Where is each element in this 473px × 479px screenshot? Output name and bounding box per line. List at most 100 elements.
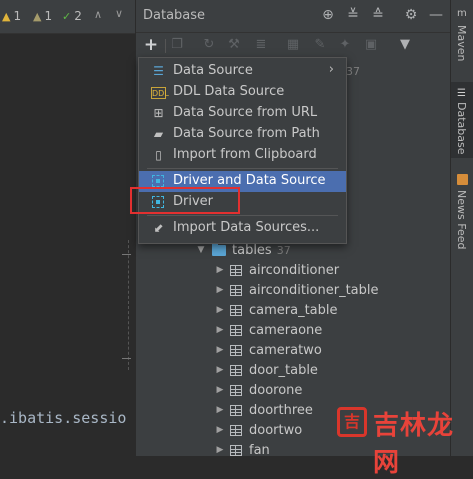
properties-icon[interactable]: ⚒ [225,36,243,54]
expand-all-icon[interactable]: ≚ [344,6,362,24]
schema-icon[interactable]: ≣ [252,36,270,54]
tree-row[interactable]: ▶ cameratwo [136,340,450,360]
clipboard-icon: ▯ [155,148,162,162]
settings-icon[interactable]: ⚙ [402,6,420,24]
menu-item-label: Data Source from Path [173,126,320,141]
tab-label: Database [455,102,468,155]
table-name: camera_table [249,302,338,318]
check-icon: ✓ [62,9,72,23]
collapsed-arrow-icon[interactable]: ▶ [213,285,227,295]
panel-title: Database [143,8,206,23]
menu-item-label: Driver and Data Source [173,173,326,188]
fold-marker [122,358,131,359]
schema-count: 37 [346,65,360,78]
jump-icon[interactable]: ✦ [336,36,354,54]
submenu-arrow-icon: › [328,62,334,77]
add-icon[interactable]: + [142,36,160,54]
collapse-all-icon[interactable]: ≙ [369,6,387,24]
indent-guide [128,240,131,370]
collapsed-arrow-icon[interactable]: ▶ [213,385,227,395]
folder-icon [212,242,226,256]
menu-item-data-source-url[interactable]: ⊞ Data Source from URL [139,103,346,124]
toolbar-separator [165,39,166,53]
add-popup-menu: ☰ Data Source › DDL DDL Data Source ⊞ Da… [138,57,347,244]
expand-arrow-icon[interactable]: ▼ [194,245,208,255]
folder-label: tables [232,242,272,258]
tree-row[interactable]: ▶ cameraone [136,320,450,340]
tree-row[interactable]: ▶ airconditioner_table [136,280,450,300]
next-highlight-icon[interactable]: ∨ [115,7,123,20]
refresh-icon[interactable]: ↻ [200,36,218,54]
tree-row[interactable]: ▶ doorone [136,380,450,400]
folder-icon: ▰ [153,127,164,141]
data-source-icon: ☰ [153,64,164,78]
collapsed-arrow-icon[interactable]: ▶ [213,305,227,315]
tab-news-feed[interactable]: News Feed [451,166,473,252]
table-name: doortwo [249,422,303,438]
menu-item-ddl-data-source[interactable]: DDL DDL Data Source [139,82,346,103]
table-icon [230,264,242,276]
annotation-highlight-box [130,187,240,214]
table-icon [230,364,242,376]
table-icon [230,404,242,416]
copy-icon[interactable]: ❐ [168,36,186,54]
fold-marker [122,254,131,255]
table-name: doorthree [249,402,313,418]
tree-row[interactable]: ▶ camera_table [136,300,450,320]
table-icon[interactable]: ▦ [284,36,302,54]
tab-database[interactable]: ☰ Database [451,82,473,158]
table-icon [230,384,242,396]
weak-warning-icon: ▲ [33,9,42,23]
editor-inspection-bar: ▲ 1 ▲ 1 ✓ 2 ∧ ∨ [0,0,135,34]
folder-count: 37 [276,243,291,257]
target-icon[interactable]: ⊕ [319,6,337,24]
table-name: doorone [249,382,303,398]
menu-item-import-data-sources[interactable]: ⬋ Import Data Sources... [139,218,346,239]
tab-label: News Feed [455,190,468,250]
table-icon [230,444,242,456]
collapsed-arrow-icon[interactable]: ▶ [213,365,227,375]
collapsed-arrow-icon[interactable]: ▶ [213,445,227,455]
table-name: cameratwo [249,342,322,358]
watermark-logo: 吉 [337,407,367,437]
menu-item-import-clipboard[interactable]: ▯ Import from Clipboard [139,145,346,166]
table-icon [230,304,242,316]
weak-warning-count: 1 [44,9,53,23]
tree-row[interactable]: ▶ door_table [136,360,450,380]
weak-warning-indicator[interactable]: ▲ 1 [33,8,52,24]
table-name: door_table [249,362,318,378]
collapsed-arrow-icon[interactable]: ▶ [213,345,227,355]
warning-indicator[interactable]: ▲ 1 [2,8,21,24]
menu-item-label: Data Source from URL [173,105,318,120]
watermark-text: 吉林龙网 [373,411,455,478]
console-icon[interactable]: ▣ [362,36,380,54]
menu-item-data-source[interactable]: ☰ Data Source › [139,61,346,82]
url-icon: ⊞ [153,106,164,120]
right-tool-stripe: m Maven ☰ Database News Feed [450,0,473,456]
menu-item-label: Data Source [173,63,253,78]
menu-item-label: Import from Clipboard [173,147,317,162]
table-icon [230,424,242,436]
table-icon [230,284,242,296]
collapsed-arrow-icon[interactable]: ▶ [213,425,227,435]
editor-area[interactable]: ▲ 1 ▲ 1 ✓ 2 ∧ ∨ .ibatis.sessio [0,0,135,456]
collapsed-arrow-icon[interactable]: ▶ [213,265,227,275]
ddl-icon: DDL [151,87,169,99]
typo-indicator[interactable]: ✓ 2 [62,8,82,24]
menu-item-label: DDL Data Source [173,84,285,99]
filter-icon[interactable]: ▼ [396,36,414,54]
tree-row[interactable]: ▶ airconditioner [136,260,450,280]
menu-item-data-source-path[interactable]: ▰ Data Source from Path [139,124,346,145]
tab-maven[interactable]: m Maven [451,0,473,70]
edit-icon[interactable]: ✎ [311,36,329,54]
warning-icon: ▲ [2,9,11,23]
code-line[interactable]: .ibatis.sessio [0,409,135,427]
previous-highlight-icon[interactable]: ∧ [94,8,102,21]
table-icon [230,324,242,336]
tab-label: Maven [455,25,468,62]
maven-icon: m [457,8,467,19]
collapsed-arrow-icon[interactable]: ▶ [213,405,227,415]
hide-icon[interactable]: — [427,6,445,24]
collapsed-arrow-icon[interactable]: ▶ [213,325,227,335]
table-name: cameraone [249,322,323,338]
